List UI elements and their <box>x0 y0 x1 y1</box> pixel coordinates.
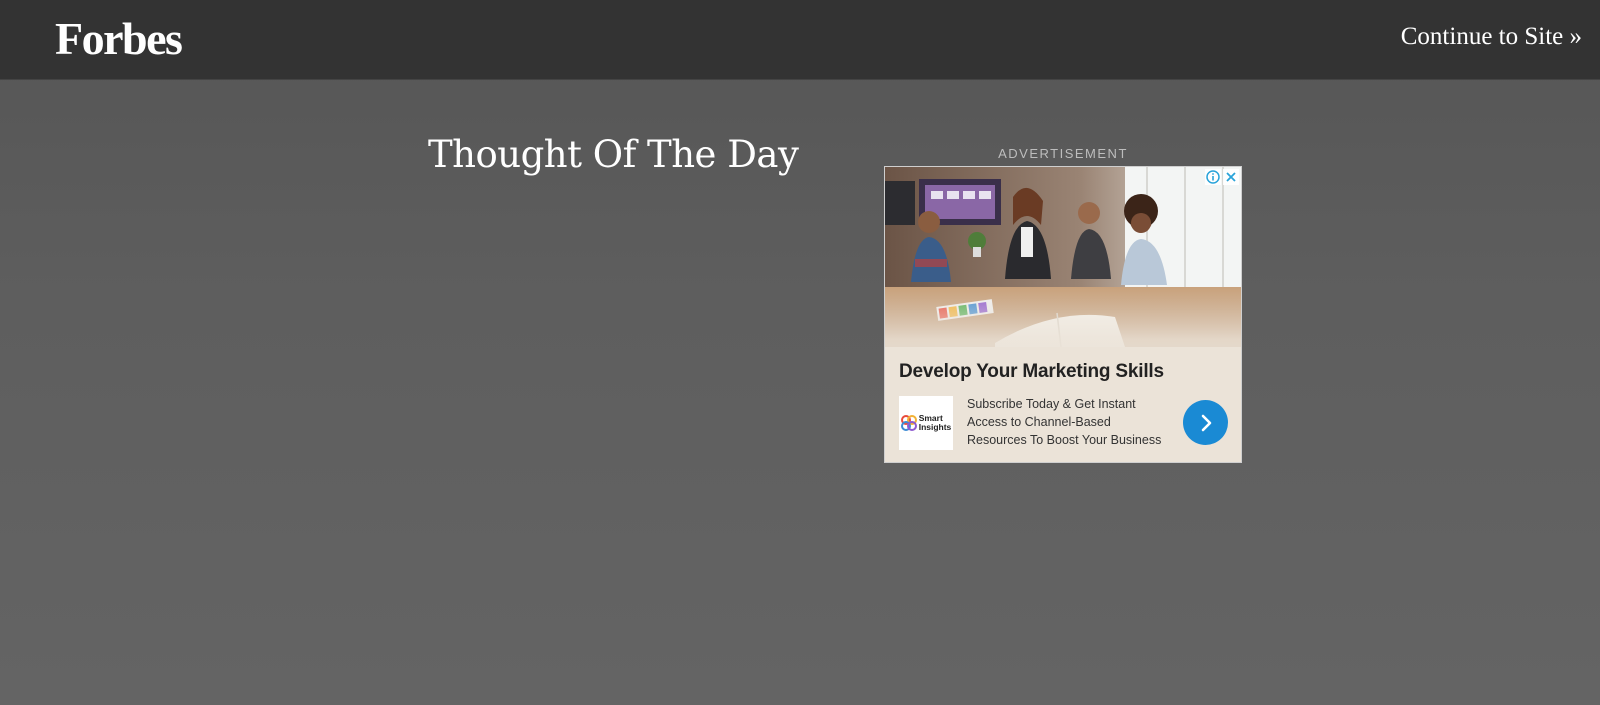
ad-body-line: Resources To Boost Your Business <box>967 433 1162 447</box>
continue-to-site-link[interactable]: Continue to Site » <box>1401 20 1582 54</box>
chevron-right-icon <box>1201 414 1211 431</box>
forbes-logo[interactable]: Forbes <box>55 12 183 66</box>
advertiser-logo-mark-icon <box>900 415 917 431</box>
ad-controls <box>1205 169 1239 185</box>
ad-body-text[interactable]: Subscribe Today & Get Instant Access to … <box>967 395 1182 449</box>
advertisement-banner[interactable]: Develop Your Marketing Skills Smart Insi… <box>884 166 1242 463</box>
top-bar: Forbes Continue to Site » <box>0 0 1600 80</box>
ad-cta-button[interactable] <box>1183 400 1228 445</box>
advertiser-logo-text: Smart Insights <box>919 414 952 432</box>
ad-body-line: Access to Channel-Based <box>967 415 1111 429</box>
advertisement-label: ADVERTISEMENT <box>998 146 1128 161</box>
info-icon[interactable] <box>1205 169 1221 185</box>
ad-headline[interactable]: Develop Your Marketing Skills <box>899 361 1164 383</box>
page-title: Thought Of The Day <box>428 133 799 176</box>
close-icon[interactable] <box>1223 169 1239 185</box>
advertiser-logo-line: Insights <box>918 422 952 432</box>
ad-body-line: Subscribe Today & Get Instant <box>967 397 1136 411</box>
advertiser-logo[interactable]: Smart Insights <box>899 396 953 450</box>
